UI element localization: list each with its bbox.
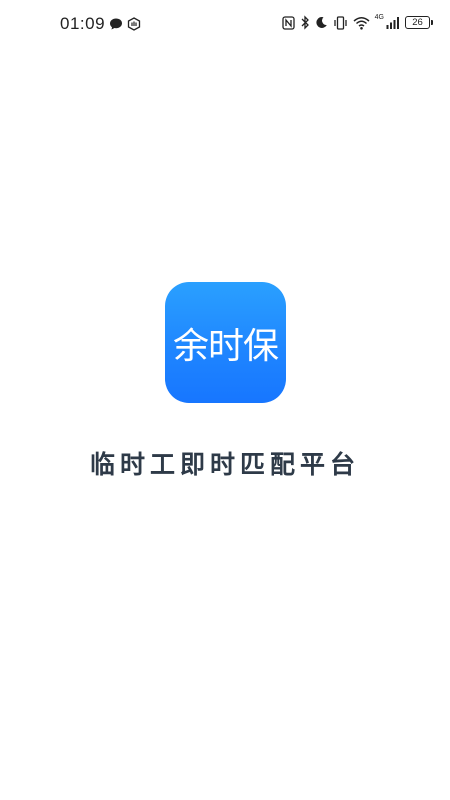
vibrate-icon bbox=[333, 15, 348, 30]
battery-level: 26 bbox=[412, 16, 423, 28]
status-bar-left: 01:09 bbox=[60, 14, 141, 34]
status-bar-right: 4G 26 bbox=[282, 14, 433, 30]
splash-screen: 01:09 4G 26 余时保 临时工即时匹配平台 bbox=[0, 0, 450, 800]
message-icon bbox=[109, 17, 123, 31]
app-logo-text: 余时保 bbox=[172, 325, 279, 367]
status-time: 01:09 bbox=[60, 14, 106, 33]
app-slogan: 临时工即时匹配平台 bbox=[89, 450, 360, 479]
battery-icon: 26 bbox=[405, 16, 433, 29]
do-not-disturb-icon bbox=[315, 16, 328, 29]
network-type-label: 4G bbox=[374, 14, 384, 21]
bluetooth-icon bbox=[300, 15, 310, 30]
wifi-icon bbox=[353, 16, 370, 30]
cellular-signal-icon bbox=[386, 16, 400, 29]
app-notification-icon bbox=[127, 17, 141, 31]
nfc-icon bbox=[282, 15, 295, 30]
status-bar: 01:09 4G 26 bbox=[0, 0, 450, 52]
app-logo: 余时保 bbox=[165, 282, 286, 403]
